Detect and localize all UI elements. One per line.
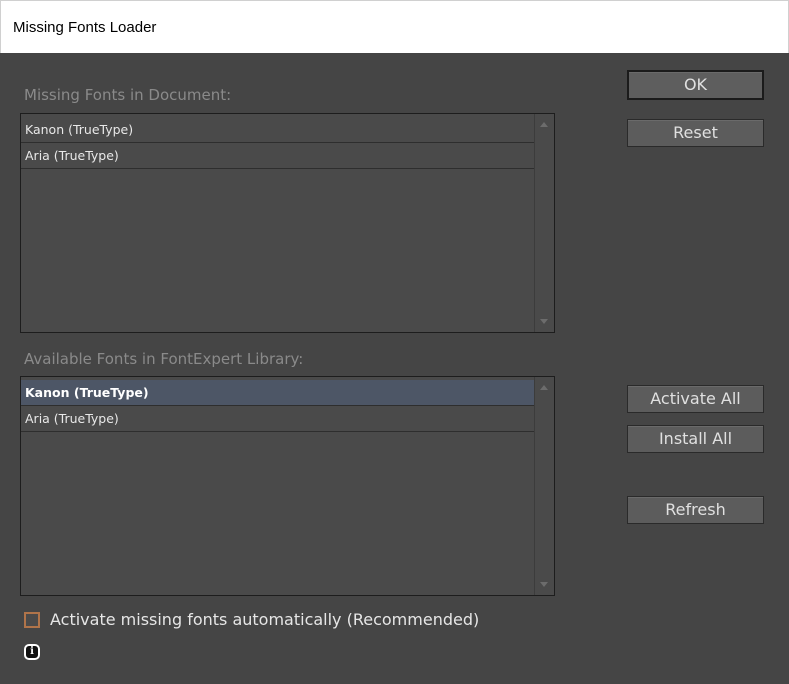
missing-fonts-label: Missing Fonts in Document: — [24, 86, 232, 104]
dialog-body: Missing Fonts in Document: Kanon (TrueTy… — [0, 53, 789, 684]
window-title: Missing Fonts Loader — [13, 19, 157, 36]
missing-fonts-scrollbar[interactable] — [534, 114, 554, 332]
missing-fonts-list[interactable]: Kanon (TrueType) Aria (TrueType) — [20, 113, 555, 333]
install-all-button[interactable]: Install All — [627, 425, 764, 453]
auto-activate-checkbox[interactable] — [24, 612, 40, 628]
missing-font-item[interactable]: Kanon (TrueType) — [21, 117, 534, 143]
available-font-item[interactable]: Kanon (TrueType) — [21, 380, 534, 406]
scroll-down-arrow-icon[interactable] — [540, 319, 548, 324]
scroll-up-arrow-icon[interactable] — [540, 385, 548, 390]
available-fonts-label: Available Fonts in FontExpert Library: — [24, 350, 304, 368]
scroll-down-arrow-icon[interactable] — [540, 582, 548, 587]
missing-font-item[interactable]: Aria (TrueType) — [21, 143, 534, 169]
available-font-item[interactable]: Aria (TrueType) — [21, 406, 534, 432]
activate-all-button[interactable]: Activate All — [627, 385, 764, 413]
refresh-button[interactable]: Refresh — [627, 496, 764, 524]
available-fonts-scrollbar[interactable] — [534, 377, 554, 595]
scroll-up-arrow-icon[interactable] — [540, 122, 548, 127]
ok-button[interactable]: OK — [627, 70, 764, 100]
info-icon[interactable]: i — [24, 644, 40, 660]
auto-activate-label[interactable]: Activate missing fonts automatically (Re… — [50, 610, 479, 629]
title-bar: Missing Fonts Loader — [0, 0, 789, 53]
available-fonts-list[interactable]: Kanon (TrueType) Aria (TrueType) — [20, 376, 555, 596]
reset-button[interactable]: Reset — [627, 119, 764, 147]
